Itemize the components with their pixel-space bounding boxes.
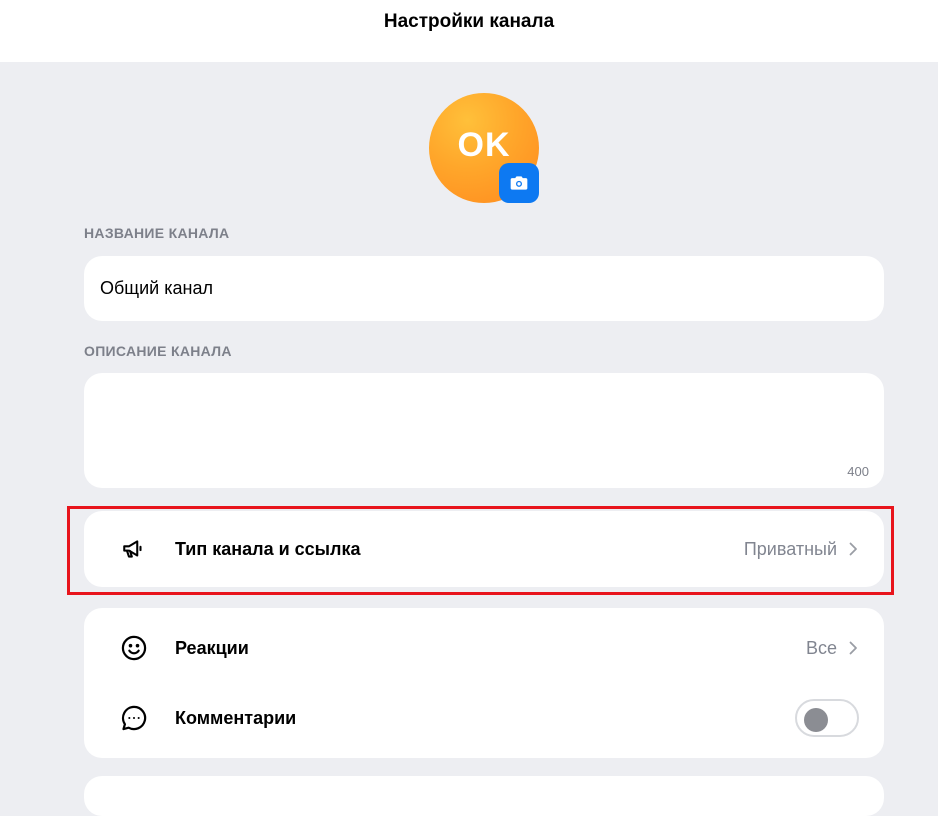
settings-card: Реакции Все Комментарии	[84, 608, 884, 758]
channel-name-field[interactable]: Общий канал	[84, 256, 884, 321]
comments-label: Комментарии	[175, 707, 297, 728]
comments-toggle[interactable]	[795, 699, 859, 737]
smile-icon	[120, 634, 148, 662]
top-bar: Настройки канала	[0, 0, 938, 62]
channel-name-label: НАЗВАНИЕ КАНАЛА	[84, 225, 230, 241]
comment-dots-icon	[120, 704, 148, 732]
chevron-right-icon	[849, 641, 857, 655]
toggle-knob	[804, 708, 828, 732]
avatar-initials: OK	[457, 125, 511, 164]
comments-row: Комментарии	[84, 683, 884, 753]
channel-description-field[interactable]: 400	[84, 373, 884, 488]
camera-icon	[510, 176, 528, 190]
reactions-value: Все	[805, 637, 837, 658]
character-counter: 400	[847, 464, 869, 479]
channel-description-label: ОПИСАНИЕ КАНАЛА	[84, 343, 232, 359]
highlight-box	[67, 506, 894, 595]
reactions-row[interactable]: Реакции Все	[84, 613, 884, 683]
next-settings-card	[84, 776, 884, 816]
reactions-label: Реакции	[175, 637, 249, 658]
change-photo-button[interactable]	[499, 163, 539, 203]
channel-name-value: Общий канал	[100, 278, 213, 298]
page-title: Настройки канала	[383, 11, 555, 32]
